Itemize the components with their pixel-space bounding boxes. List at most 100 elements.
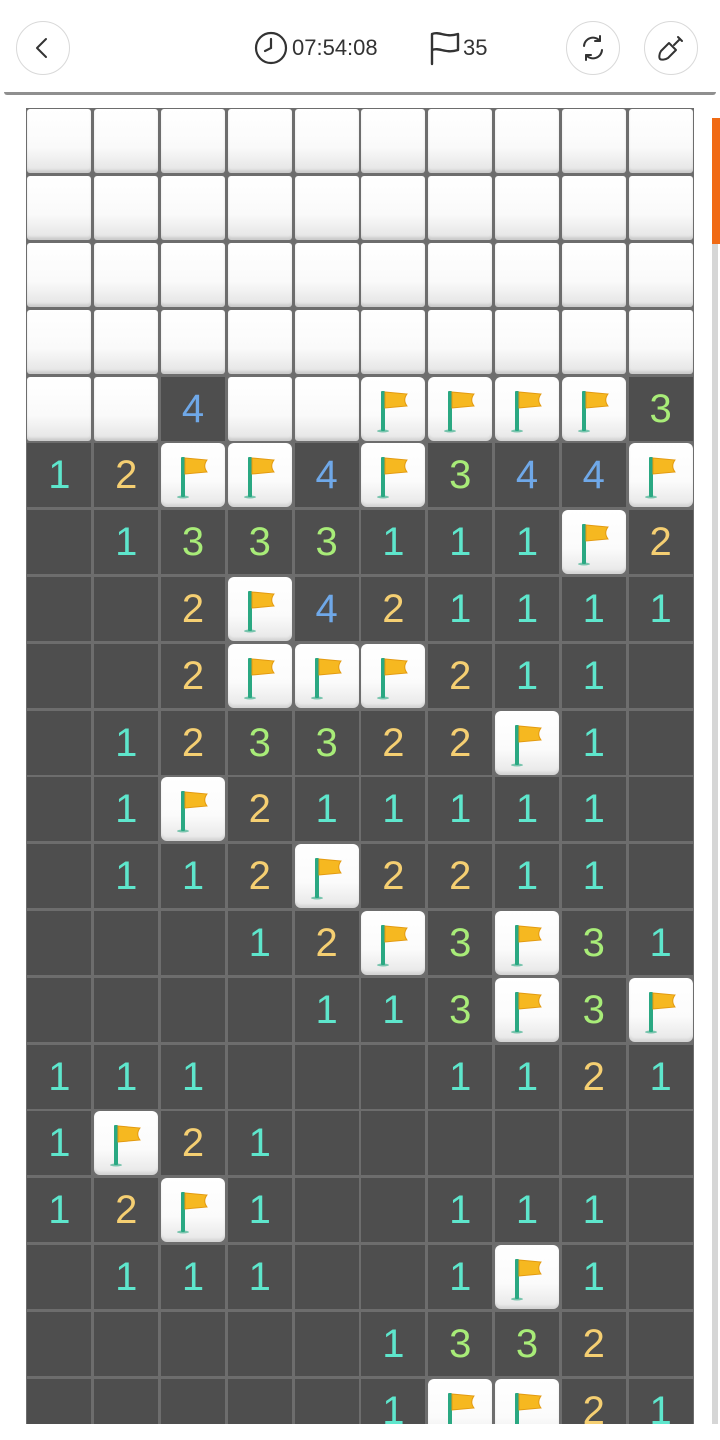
open-cell-empty[interactable] (628, 1245, 693, 1309)
flagged-cell[interactable] (294, 844, 359, 909)
flagged-cell[interactable] (561, 510, 626, 575)
flagged-cell[interactable] (227, 443, 292, 508)
open-cell-empty[interactable] (628, 643, 693, 708)
open-cell-empty[interactable] (27, 1378, 92, 1424)
open-cell-number[interactable]: 1 (294, 777, 359, 842)
open-cell-empty[interactable] (294, 1178, 359, 1243)
open-cell-empty[interactable] (27, 1245, 92, 1309)
covered-cell[interactable] (361, 243, 426, 307)
covered-cell[interactable] (27, 376, 92, 441)
flagged-cell[interactable] (495, 710, 559, 775)
open-cell-number[interactable]: 1 (561, 577, 626, 641)
open-cell-number[interactable]: 3 (628, 376, 693, 441)
open-cell-number[interactable]: 1 (561, 710, 626, 775)
open-cell-empty[interactable] (227, 1311, 292, 1376)
flagged-cell[interactable] (361, 443, 426, 508)
open-cell-number[interactable]: 1 (495, 577, 559, 641)
covered-cell[interactable] (561, 309, 626, 374)
covered-cell[interactable] (294, 243, 359, 307)
scrollbar-thumb[interactable] (712, 118, 720, 244)
open-cell-number[interactable]: 1 (94, 1044, 159, 1109)
flagged-cell[interactable] (361, 911, 426, 975)
open-cell-number[interactable]: 1 (561, 643, 626, 708)
open-cell-number[interactable]: 1 (161, 844, 225, 909)
covered-cell[interactable] (561, 109, 626, 174)
open-cell-empty[interactable] (361, 1111, 426, 1176)
flagged-cell[interactable] (428, 376, 493, 441)
covered-cell[interactable] (428, 176, 493, 241)
open-cell-number[interactable]: 1 (227, 911, 292, 975)
open-cell-number[interactable]: 2 (628, 510, 693, 575)
open-cell-number[interactable]: 1 (94, 1245, 159, 1309)
open-cell-number[interactable]: 1 (361, 1311, 426, 1376)
covered-cell[interactable] (495, 309, 559, 374)
open-cell-empty[interactable] (27, 777, 92, 842)
covered-cell[interactable] (227, 376, 292, 441)
open-cell-number[interactable]: 1 (628, 911, 693, 975)
covered-cell[interactable] (227, 243, 292, 307)
open-cell-number[interactable]: 1 (428, 1178, 493, 1243)
open-cell-number[interactable]: 1 (628, 1378, 693, 1424)
open-cell-empty[interactable] (94, 1378, 159, 1424)
covered-cell[interactable] (294, 376, 359, 441)
open-cell-number[interactable]: 3 (294, 710, 359, 775)
dig-mode-button[interactable] (644, 21, 698, 75)
covered-cell[interactable] (294, 309, 359, 374)
flagged-cell[interactable] (227, 643, 292, 708)
open-cell-empty[interactable] (361, 1245, 426, 1309)
covered-cell[interactable] (361, 109, 426, 174)
covered-cell[interactable] (27, 309, 92, 374)
open-cell-number[interactable]: 1 (428, 777, 493, 842)
open-cell-empty[interactable] (27, 643, 92, 708)
open-cell-number[interactable]: 1 (361, 510, 426, 575)
open-cell-number[interactable]: 2 (94, 443, 159, 508)
covered-cell[interactable] (428, 309, 493, 374)
open-cell-number[interactable]: 1 (361, 977, 426, 1042)
open-cell-number[interactable]: 3 (294, 510, 359, 575)
open-cell-number[interactable]: 2 (361, 577, 426, 641)
covered-cell[interactable] (495, 176, 559, 241)
scrollbar-track[interactable] (712, 118, 718, 1424)
back-button[interactable] (16, 21, 70, 75)
open-cell-empty[interactable] (161, 1378, 225, 1424)
covered-cell[interactable] (628, 243, 693, 307)
flagged-cell[interactable] (428, 1378, 493, 1424)
open-cell-number[interactable]: 1 (561, 1178, 626, 1243)
open-cell-empty[interactable] (27, 577, 92, 641)
open-cell-empty[interactable] (27, 977, 92, 1042)
open-cell-number[interactable]: 4 (294, 577, 359, 641)
open-cell-number[interactable]: 1 (628, 1044, 693, 1109)
covered-cell[interactable] (294, 109, 359, 174)
open-cell-number[interactable]: 1 (27, 1111, 92, 1176)
open-cell-number[interactable]: 1 (94, 510, 159, 575)
open-cell-number[interactable]: 2 (161, 710, 225, 775)
open-cell-number[interactable]: 3 (227, 510, 292, 575)
open-cell-empty[interactable] (294, 1311, 359, 1376)
open-cell-empty[interactable] (161, 977, 225, 1042)
open-cell-empty[interactable] (27, 844, 92, 909)
flagged-cell[interactable] (628, 443, 693, 508)
covered-cell[interactable] (94, 243, 159, 307)
covered-cell[interactable] (428, 243, 493, 307)
open-cell-empty[interactable] (561, 1111, 626, 1176)
open-cell-empty[interactable] (628, 1311, 693, 1376)
open-cell-number[interactable]: 1 (495, 1178, 559, 1243)
open-cell-empty[interactable] (361, 1044, 426, 1109)
open-cell-number[interactable]: 1 (495, 643, 559, 708)
open-cell-empty[interactable] (628, 777, 693, 842)
flagged-cell[interactable] (495, 977, 559, 1042)
open-cell-number[interactable]: 1 (161, 1245, 225, 1309)
open-cell-number[interactable]: 2 (161, 1111, 225, 1176)
covered-cell[interactable] (495, 109, 559, 174)
open-cell-number[interactable]: 2 (94, 1178, 159, 1243)
open-cell-empty[interactable] (628, 1178, 693, 1243)
flagged-cell[interactable] (495, 376, 559, 441)
open-cell-empty[interactable] (27, 510, 92, 575)
open-cell-number[interactable]: 3 (161, 510, 225, 575)
open-cell-number[interactable]: 2 (227, 844, 292, 909)
open-cell-empty[interactable] (94, 643, 159, 708)
open-cell-number[interactable]: 3 (561, 911, 626, 975)
open-cell-empty[interactable] (294, 1111, 359, 1176)
open-cell-number[interactable]: 2 (428, 643, 493, 708)
open-cell-number[interactable]: 2 (361, 710, 426, 775)
